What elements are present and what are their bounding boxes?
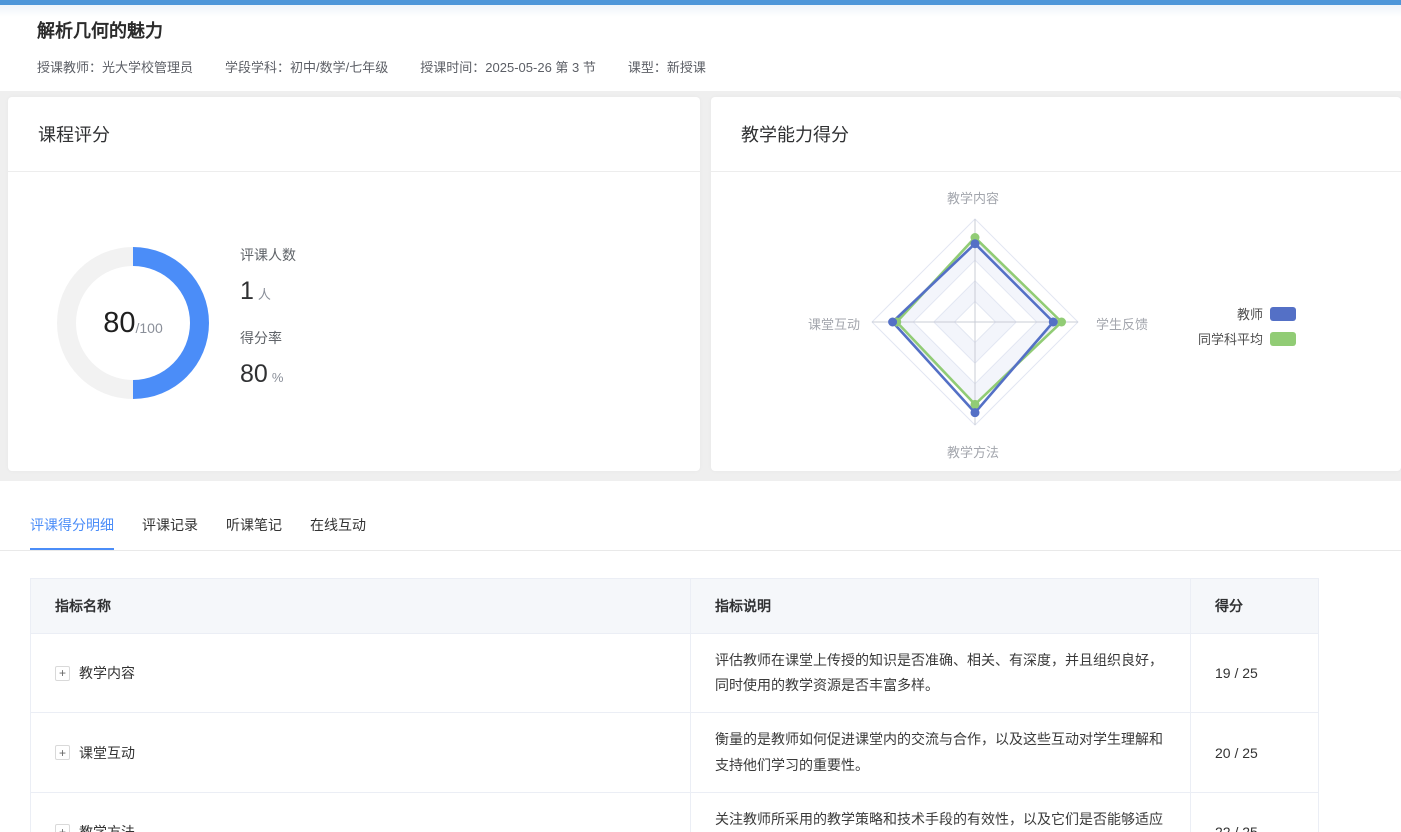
score-gauge-ring: 80/100 bbox=[57, 247, 209, 399]
radar-axis-label-left: 课堂互动 bbox=[808, 314, 860, 333]
radar-legend: 教师 同学科平均 bbox=[1161, 301, 1296, 351]
radar-axis-label-bottom: 教学方法 bbox=[947, 442, 999, 461]
meta-item: 学段学科：初中/数学/七年级 bbox=[225, 57, 388, 76]
score-detail-table: 指标名称 指标说明 得分 + 教学内容 评估教师在课堂上传授的知识是否准确、相关… bbox=[30, 578, 1319, 832]
course-header: 解析几何的魅力 授课教师：光大学校管理员 学段学科：初中/数学/七年级 授课时间… bbox=[0, 5, 1401, 91]
indicator-score: 22 / 25 bbox=[1191, 792, 1319, 832]
course-score-card: 课程评分 80/100 评课人数 1人 得分率 80% bbox=[8, 97, 700, 471]
teaching-ability-card: 教学能力得分 教学内容 学生反馈 教学方法 课堂互动 教师 同学科平均 bbox=[711, 97, 1401, 471]
table-row: + 教学内容 评估教师在课堂上传授的知识是否准确、相关、有深度，并且组织良好，同… bbox=[31, 634, 1319, 713]
legend-label: 教师 bbox=[1237, 304, 1263, 323]
indicator-description: 衡量的是教师如何促进课堂内的交流与合作，以及这些互动对学生理解和支持他们学习的重… bbox=[691, 713, 1191, 792]
page-title: 解析几何的魅力 bbox=[37, 17, 163, 43]
indicator-name: 课堂互动 bbox=[79, 743, 135, 763]
column-header-desc: 指标说明 bbox=[691, 579, 1191, 634]
stat-unit: % bbox=[272, 370, 284, 385]
indicator-description: 关注教师所采用的教学策略和技术手段的有效性，以及它们是否能够适应不同的学习风格和… bbox=[691, 792, 1191, 832]
score-max: /100 bbox=[136, 320, 163, 336]
stat-number: 1 bbox=[240, 277, 254, 305]
tab-0[interactable]: 评课得分明细 bbox=[30, 515, 114, 550]
column-header-name: 指标名称 bbox=[31, 579, 691, 634]
meta-value: 初中/数学/七年级 bbox=[290, 60, 388, 75]
legend-item-0[interactable]: 教师 bbox=[1161, 301, 1296, 326]
meta-value: 光大学校管理员 bbox=[102, 60, 193, 75]
indicator-score: 19 / 25 bbox=[1191, 634, 1319, 713]
expand-row-button[interactable]: + bbox=[55, 666, 70, 681]
meta-label: 授课教师： bbox=[37, 60, 102, 75]
stat-item: 评课人数 1人 bbox=[240, 245, 296, 306]
table-row: + 教学方法 关注教师所采用的教学策略和技术手段的有效性，以及它们是否能够适应不… bbox=[31, 792, 1319, 832]
expand-row-button[interactable]: + bbox=[55, 824, 70, 832]
legend-label: 同学科平均 bbox=[1198, 329, 1263, 348]
indicator-score: 20 / 25 bbox=[1191, 713, 1319, 792]
legend-swatch bbox=[1270, 332, 1296, 346]
radar-axis-label-right: 学生反馈 bbox=[1096, 314, 1148, 333]
meta-item: 授课时间：2025-05-26 第 3 节 bbox=[420, 57, 596, 76]
tab-2[interactable]: 听课笔记 bbox=[226, 515, 282, 550]
expand-row-button[interactable]: + bbox=[55, 745, 70, 760]
tab-3[interactable]: 在线互动 bbox=[310, 515, 366, 550]
indicator-name: 教学方法 bbox=[79, 822, 135, 832]
score-gauge-chart: 80/100 bbox=[57, 247, 209, 399]
score-card-title: 课程评分 bbox=[38, 121, 110, 147]
meta-label: 学段学科： bbox=[225, 60, 290, 75]
meta-label: 授课时间： bbox=[420, 60, 485, 75]
radar-axis-label-top: 教学内容 bbox=[947, 188, 999, 207]
table-header-row: 指标名称 指标说明 得分 bbox=[31, 579, 1319, 634]
legend-item-1[interactable]: 同学科平均 bbox=[1161, 326, 1296, 351]
table-row: + 课堂互动 衡量的是教师如何促进课堂内的交流与合作，以及这些互动对学生理解和支… bbox=[31, 713, 1319, 792]
score-value: 80 bbox=[103, 307, 135, 340]
stat-unit: 人 bbox=[258, 287, 271, 302]
stat-number: 80 bbox=[240, 360, 268, 388]
radar-card-header: 教学能力得分 bbox=[711, 97, 1401, 172]
meta-label: 课型： bbox=[628, 60, 667, 75]
tabs-bar: 评课得分明细 评课记录 听课笔记 在线互动 bbox=[0, 481, 1401, 551]
legend-swatch bbox=[1270, 307, 1296, 321]
radar-card-title: 教学能力得分 bbox=[741, 121, 849, 147]
tab-1[interactable]: 评课记录 bbox=[142, 515, 198, 550]
score-gauge-center: 80/100 bbox=[76, 266, 190, 380]
stat-label: 得分率 bbox=[240, 328, 296, 348]
score-card-header: 课程评分 bbox=[8, 97, 700, 172]
indicator-name: 教学内容 bbox=[79, 663, 135, 683]
radar-chart bbox=[860, 207, 1090, 437]
meta-item: 课型：新授课 bbox=[628, 57, 706, 76]
column-header-score: 得分 bbox=[1191, 579, 1319, 634]
meta-value: 新授课 bbox=[667, 60, 706, 75]
stat-item: 得分率 80% bbox=[240, 328, 296, 389]
stat-label: 评课人数 bbox=[240, 245, 296, 265]
header-meta: 授课教师：光大学校管理员 学段学科：初中/数学/七年级 授课时间：2025-05… bbox=[37, 57, 706, 76]
score-stats: 评课人数 1人 得分率 80% bbox=[240, 245, 296, 411]
meta-value: 2025-05-26 第 3 节 bbox=[485, 60, 596, 75]
indicator-description: 评估教师在课堂上传授的知识是否准确、相关、有深度，并且组织良好，同时使用的教学资… bbox=[691, 634, 1191, 713]
detail-section: 评课得分明细 评课记录 听课笔记 在线互动 指标名称 指标说明 得分 + 教学内… bbox=[0, 481, 1401, 832]
stat-value: 1人 bbox=[240, 277, 296, 306]
stat-value: 80% bbox=[240, 360, 296, 389]
meta-item: 授课教师：光大学校管理员 bbox=[37, 57, 193, 76]
